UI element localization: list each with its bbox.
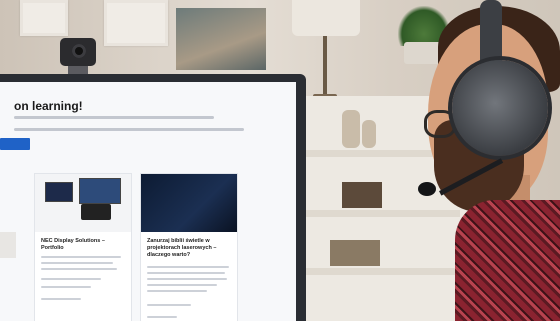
card-title: NEC Display Solutions – Portfolio <box>41 238 105 251</box>
shelf-vase <box>342 110 360 148</box>
card-text-line <box>41 262 113 264</box>
card-title: Zanurzaj biblii świetle w projektorach l… <box>147 238 217 258</box>
photo-scene: on learning! NEC Display Solutions – Por… <box>0 0 560 321</box>
side-panel-edge <box>0 232 16 258</box>
hero-text-line <box>14 116 214 119</box>
wall-artwork <box>176 8 266 70</box>
card-text-line <box>147 272 225 274</box>
webcam-lens <box>72 44 86 58</box>
card-image <box>35 174 131 232</box>
card-text-line <box>147 278 227 280</box>
cta-button[interactable] <box>0 138 30 150</box>
content-card[interactable]: Zanurzaj biblii świetle w projektorach l… <box>140 173 238 321</box>
card-text-line <box>147 266 229 268</box>
floor-lamp-pole <box>323 36 327 98</box>
microphone-icon <box>418 182 436 196</box>
page-title: on learning! <box>14 99 83 113</box>
shelf-vase <box>362 120 376 148</box>
monitor-illustration <box>45 182 73 202</box>
shelf-board <box>300 268 460 275</box>
card-text-line <box>147 284 217 286</box>
shelf-books <box>330 240 380 266</box>
shelf-board <box>300 210 460 217</box>
headset-icon <box>452 60 548 156</box>
card-text-line <box>41 268 117 270</box>
card-text-line <box>147 304 191 306</box>
monitor-screen: on learning! NEC Display Solutions – Por… <box>0 82 296 321</box>
content-card[interactable]: NEC Display Solutions – Portfolio <box>34 173 132 321</box>
hero-text-line <box>14 128 244 131</box>
card-image <box>141 174 237 232</box>
shelf-books <box>342 182 382 208</box>
card-text-line <box>41 256 121 258</box>
wall-frame-left <box>20 0 68 36</box>
card-text-line <box>41 278 101 280</box>
monitor-illustration <box>79 178 121 204</box>
card-text-line <box>41 286 91 288</box>
projector-illustration <box>81 204 111 220</box>
wall-frame-center <box>104 0 168 46</box>
plaid-shirt <box>455 200 560 321</box>
card-text-line <box>147 316 177 318</box>
card-text-line <box>41 298 81 300</box>
floor-lamp-shade <box>292 0 360 36</box>
card-text-line <box>147 290 207 292</box>
